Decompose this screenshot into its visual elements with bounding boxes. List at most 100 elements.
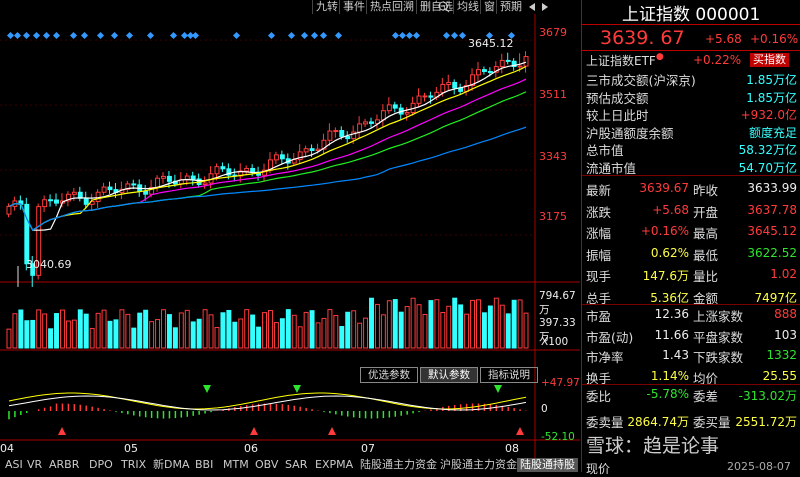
xueqiu-watermark: 雪球：趋是论事 xyxy=(586,435,720,457)
zoom-out-icon[interactable] xyxy=(438,1,450,13)
volume-bar-87 xyxy=(523,312,529,349)
indicator-tab-7[interactable]: MTM xyxy=(220,458,252,472)
stats_pairs-value-b-3: 25.55 xyxy=(762,368,797,383)
candle-body-56 xyxy=(339,130,345,138)
indicator-tab-0[interactable]: ASI xyxy=(2,458,26,472)
default-params-button[interactable]: 默认参数 xyxy=(420,367,478,383)
indicator-tab-2[interactable]: ARBR xyxy=(46,458,82,472)
volume-bar-54 xyxy=(327,309,333,349)
volume-bar-21 xyxy=(131,327,137,349)
event-marker-0 xyxy=(6,31,15,40)
arrow-right-icon[interactable] xyxy=(540,2,550,12)
candle-body-50 xyxy=(303,148,309,153)
indicator-tab-9[interactable]: SAR xyxy=(282,458,310,472)
volume-bar-10 xyxy=(65,320,71,349)
indicator-tab-8[interactable]: OBV xyxy=(252,458,281,472)
signal-arrow-6 xyxy=(516,427,524,435)
buy-index-button[interactable]: 买指数 xyxy=(750,53,789,67)
event-marker-28 xyxy=(450,31,459,40)
candle-body-69 xyxy=(416,95,422,104)
event-marker-23 xyxy=(391,31,400,40)
volume-bar-64 xyxy=(386,300,392,349)
quote_pairs-label-b-1: 开盘 xyxy=(693,204,719,220)
volume-bar-11 xyxy=(71,319,77,349)
etf-label[interactable]: 上证指数ETF● xyxy=(586,52,664,69)
volume-bar-15 xyxy=(95,312,101,349)
toolbar-events[interactable]: 事件 xyxy=(339,0,368,14)
event-marker-10 xyxy=(125,31,134,40)
candle-body-41 xyxy=(250,167,256,173)
candle-body-35 xyxy=(214,166,220,175)
volume-bar-18 xyxy=(113,319,119,349)
candle-body-3 xyxy=(24,203,30,265)
toolbar-moving-average[interactable]: 均线 xyxy=(453,0,482,14)
market-value-4: 58.32万亿 xyxy=(738,143,797,157)
indicator-tab-5[interactable]: 新DMA xyxy=(150,458,193,472)
price-tick-2: 3511 xyxy=(539,88,567,101)
volume-bar-69 xyxy=(416,304,422,349)
indicator-tab-13[interactable]: 陆股通持股 xyxy=(517,458,578,472)
event-marker-16 xyxy=(232,31,241,40)
indicator-tab-4[interactable]: TRIX xyxy=(118,458,149,472)
candle-body-11 xyxy=(71,191,77,195)
volume-bar-1 xyxy=(12,313,18,349)
volume-bar-37 xyxy=(226,309,232,349)
signal-arrow-4 xyxy=(328,427,336,435)
volume-bar-33 xyxy=(202,309,208,349)
toolbar-remove-watchlist[interactable]: 删自选 xyxy=(416,0,456,14)
market-value-3: 额度充足 xyxy=(748,125,797,140)
stats_pairs-label-a-2: 市净率 xyxy=(586,350,624,365)
volume-bar-30 xyxy=(184,309,190,349)
toolbar-expectation[interactable]: 预期 xyxy=(496,0,525,14)
candle-body-45 xyxy=(273,154,279,161)
candle-body-23 xyxy=(143,190,149,195)
candle-body-87 xyxy=(523,56,529,67)
event-marker-12 xyxy=(169,31,178,40)
volume-bar-62 xyxy=(374,303,380,349)
volume-bar-72 xyxy=(434,299,440,349)
footer-price-label: 现价 xyxy=(586,462,611,476)
volume-bar-66 xyxy=(398,311,404,349)
volume-bar-20 xyxy=(125,313,131,349)
candle-body-74 xyxy=(446,81,452,85)
stats_pairs-label-b-2: 下跌家数 xyxy=(693,350,744,365)
event-marker-17 xyxy=(267,31,276,40)
candle-body-61 xyxy=(369,121,374,124)
indicator-help-button[interactable]: 指标说明 xyxy=(480,367,538,383)
kline-chart-svg[interactable] xyxy=(0,14,580,458)
candle-body-57 xyxy=(345,136,351,140)
toolbar-hotspot-review[interactable]: 热点回溯 xyxy=(366,0,417,14)
arrow-left-icon[interactable] xyxy=(527,2,537,12)
stats_pairs-value-b-1: 103 xyxy=(774,327,797,342)
order-label-b-1: 委买量 xyxy=(693,415,731,430)
quote_pairs-label-b-3: 最低 xyxy=(693,247,719,263)
stats_pairs-value-b-0: 888 xyxy=(774,307,797,321)
candle-body-80 xyxy=(481,69,487,72)
signal-arrow-3 xyxy=(293,385,301,393)
optimal-params-button[interactable]: 优选参数 xyxy=(360,367,418,383)
event-marker-29 xyxy=(458,31,467,40)
footer-date: 2025-08-07 xyxy=(727,460,791,473)
volume-bar-78 xyxy=(470,299,476,349)
quote_pairs-label-b-2: 最高 xyxy=(693,226,719,241)
quote_pairs-value-b-5: 7497亿 xyxy=(754,290,797,305)
indicator-tab-3[interactable]: DPO xyxy=(86,458,116,472)
quote_pairs-label-b-0: 昨收 xyxy=(693,183,719,198)
quote_pairs-label-b-4: 量比 xyxy=(693,269,719,284)
quote_pairs-value-a-0: 3639.67 xyxy=(639,181,689,195)
volume-bar-65 xyxy=(392,299,398,349)
indicator-tab-1[interactable]: VR xyxy=(24,458,45,472)
volume-bar-84 xyxy=(505,313,511,349)
indicator-tab-10[interactable]: EXPMA xyxy=(312,458,356,472)
candle-body-79 xyxy=(476,69,481,76)
quote_pairs-value-b-2: 3645.12 xyxy=(747,224,797,238)
event-marker-27 xyxy=(442,31,451,40)
indicator-tab-11[interactable]: 陆股通主力资金 xyxy=(357,458,440,472)
kline-chart-area[interactable]: 3679 3511 3343 3175 3645.12 3040.69 794.… xyxy=(0,14,580,459)
stats_pairs-value-a-1: 11.66 xyxy=(654,327,689,342)
volume-bar-38 xyxy=(232,321,238,349)
indicator-tab-6[interactable]: BBI xyxy=(192,458,216,472)
volume-bar-83 xyxy=(499,304,505,349)
indicator-tab-12[interactable]: 沪股通主力资金 xyxy=(437,458,520,472)
toolbar-nine-turn[interactable]: 九转 xyxy=(312,0,341,14)
